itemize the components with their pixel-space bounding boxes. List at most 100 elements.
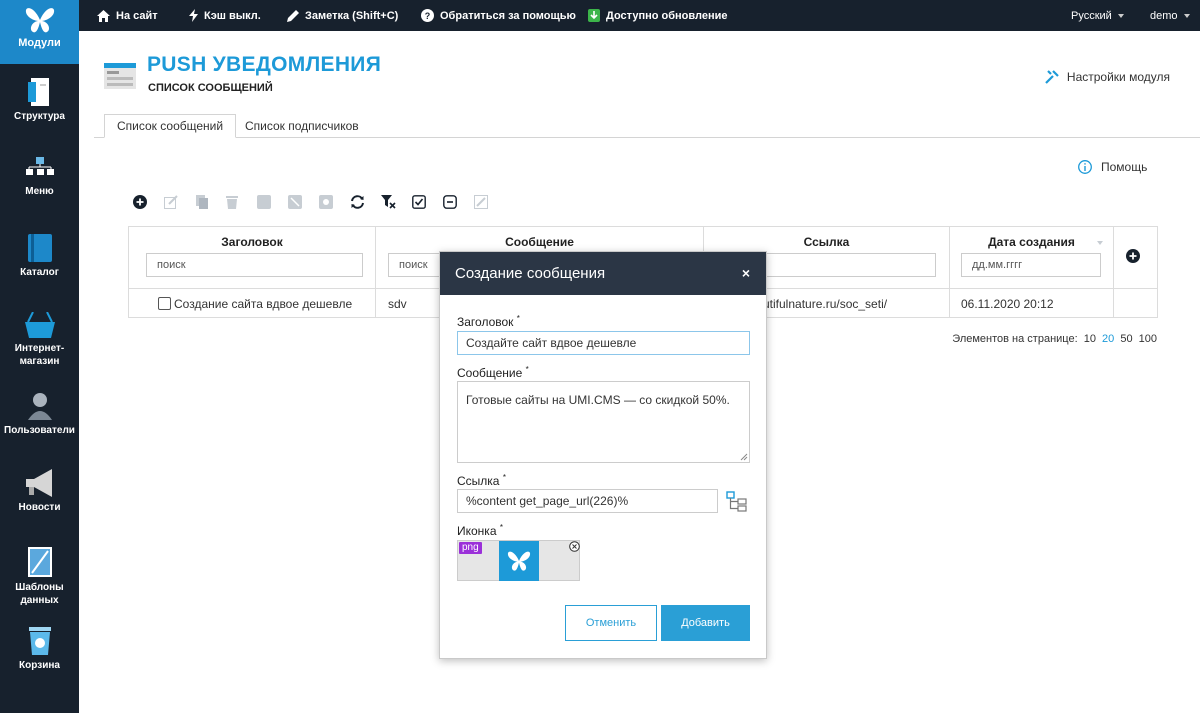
- butterfly-logo-icon: [25, 8, 54, 33]
- icon-preview: [499, 541, 539, 581]
- page-size-option[interactable]: 50: [1120, 333, 1132, 345]
- page-size-option-current[interactable]: 20: [1102, 333, 1114, 345]
- message-textarea[interactable]: Готовые сайты на UMI.CMS — со скидкой 50…: [457, 381, 750, 463]
- copy-icon: [196, 195, 208, 209]
- clear-filter-button[interactable]: [381, 193, 412, 211]
- user-menu[interactable]: demo: [1150, 0, 1190, 31]
- filter-clear-icon: [381, 195, 396, 209]
- catalog-book-icon: [27, 234, 52, 262]
- dialog-title: Создание сообщения: [455, 265, 606, 282]
- activate-button[interactable]: [257, 193, 288, 211]
- table-row[interactable]: Создание сайта вдвое дешевле: [158, 297, 368, 311]
- page-off-icon: [288, 195, 302, 209]
- sidebar: Структура Меню Каталог Интернет-магазин …: [0, 31, 79, 713]
- deactivate-button[interactable]: [288, 193, 319, 211]
- sidebar-item-templates[interactable]: Шаблоны данных: [0, 547, 79, 607]
- plus-circle-icon: [133, 195, 147, 209]
- structure-icon: [27, 78, 49, 106]
- sidebar-item-users[interactable]: Пользователи: [0, 392, 79, 437]
- icon-upload-field[interactable]: png: [457, 540, 580, 581]
- close-button[interactable]: ×: [742, 265, 750, 281]
- top-bar: На сайт Кэш выкл. Заметка (Shift+C) ? Об…: [0, 0, 1200, 31]
- message-label: Сообщение *: [457, 365, 529, 380]
- support-link[interactable]: ? Обратиться за помощью: [421, 0, 576, 31]
- tab-messages[interactable]: Список сообщений: [104, 114, 237, 138]
- cancel-button[interactable]: Отменить: [565, 605, 657, 641]
- row-link: utifulnature.ru/soc_seti/: [763, 297, 888, 311]
- language-select[interactable]: Русский: [1071, 0, 1124, 31]
- chevron-down-icon: [1117, 13, 1124, 18]
- wrench-icon: [1045, 70, 1059, 84]
- sidebar-item-menu[interactable]: Меню: [0, 157, 79, 198]
- module-settings-link[interactable]: Настройки модуля: [1045, 70, 1170, 84]
- megaphone-icon: [25, 469, 52, 497]
- row-message: sdv: [388, 297, 407, 311]
- grid-toolbar: [133, 193, 505, 211]
- copy-button[interactable]: [195, 193, 226, 211]
- dialog-header: Создание сообщения ×: [440, 252, 766, 295]
- refresh-icon: [351, 195, 364, 209]
- create-message-dialog: Создание сообщения × Заголовок * Создайт…: [439, 251, 767, 659]
- checkbox-checked-icon: [412, 195, 426, 209]
- view-button[interactable]: [319, 193, 350, 211]
- sidebar-item-news[interactable]: Новости: [0, 469, 79, 514]
- update-icon: [588, 9, 600, 22]
- home-icon: [97, 9, 110, 22]
- template-icon: [27, 547, 52, 577]
- sidebar-item-structure[interactable]: Структура: [0, 78, 79, 123]
- title-filter-input[interactable]: поиск: [146, 253, 363, 277]
- edit-icon: [164, 195, 178, 209]
- note-button[interactable]: Заметка (Shift+C): [287, 0, 398, 31]
- update-link[interactable]: Доступно обновление: [588, 0, 727, 31]
- row-checkbox[interactable]: [158, 297, 171, 310]
- export-button[interactable]: [474, 193, 505, 211]
- chevron-down-icon: [1183, 13, 1190, 18]
- icon-label: Иконка *: [457, 523, 503, 538]
- row-title[interactable]: Создание сайта вдвое дешевле: [174, 297, 352, 311]
- page-size-option[interactable]: 10: [1084, 333, 1096, 345]
- delete-button[interactable]: [226, 193, 257, 211]
- link-label: Ссылка *: [457, 473, 506, 488]
- remove-icon[interactable]: [569, 541, 580, 552]
- sidebar-item-catalog[interactable]: Каталог: [0, 234, 79, 279]
- svg-text:?: ?: [425, 11, 431, 21]
- butterfly-icon: [507, 551, 531, 571]
- deselect-all-button[interactable]: [443, 193, 474, 211]
- question-icon: ?: [421, 9, 434, 22]
- add-button[interactable]: Добавить: [661, 605, 750, 641]
- select-all-button[interactable]: [412, 193, 443, 211]
- info-icon: [1078, 160, 1092, 174]
- page-size-option[interactable]: 100: [1139, 333, 1157, 345]
- basket-icon: [24, 312, 55, 338]
- pencil-icon: [287, 9, 299, 22]
- help-link[interactable]: Помощь: [1078, 160, 1147, 174]
- resize-handle-icon[interactable]: [740, 453, 748, 461]
- page-title: PUSH УВЕДОМЛЕНИЯ: [147, 53, 382, 76]
- sitemap-picker-icon[interactable]: [726, 491, 748, 513]
- trash-icon: [226, 196, 238, 209]
- add-column-button[interactable]: [1126, 249, 1140, 266]
- sidebar-item-shop[interactable]: Интернет-магазин: [0, 312, 79, 368]
- page-size-selector: Элементов на странице: 10 20 50 100: [952, 333, 1157, 345]
- menu-tree-icon: [25, 157, 54, 175]
- page-icon: [257, 195, 271, 209]
- go-to-site-link[interactable]: На сайт: [97, 0, 158, 31]
- cache-toggle[interactable]: Кэш выкл.: [189, 0, 261, 31]
- date-filter-input[interactable]: дд.мм.гггг: [961, 253, 1101, 277]
- title-input[interactable]: Создайте сайт вдвое дешевле: [457, 331, 750, 355]
- page-subtitle: СПИСОК СООБЩЕНИЙ: [148, 82, 273, 94]
- tab-subscribers[interactable]: Список подписчиков: [233, 114, 371, 138]
- push-module-icon: [104, 63, 136, 89]
- bolt-icon: [189, 9, 198, 22]
- sortable-header-date[interactable]: Дата создания: [950, 235, 1113, 249]
- row-date: 06.11.2020 20:12: [961, 297, 1054, 311]
- export-icon: [474, 195, 488, 209]
- minus-box-icon: [443, 195, 457, 209]
- add-button[interactable]: [133, 193, 164, 211]
- link-input[interactable]: %content get_page_url(226)%: [457, 489, 718, 513]
- edit-button[interactable]: [164, 193, 195, 211]
- sidebar-item-trash[interactable]: Корзина: [0, 627, 79, 672]
- file-type-badge: png: [459, 542, 482, 554]
- modules-logo[interactable]: Модули: [0, 0, 79, 64]
- refresh-button[interactable]: [350, 193, 381, 211]
